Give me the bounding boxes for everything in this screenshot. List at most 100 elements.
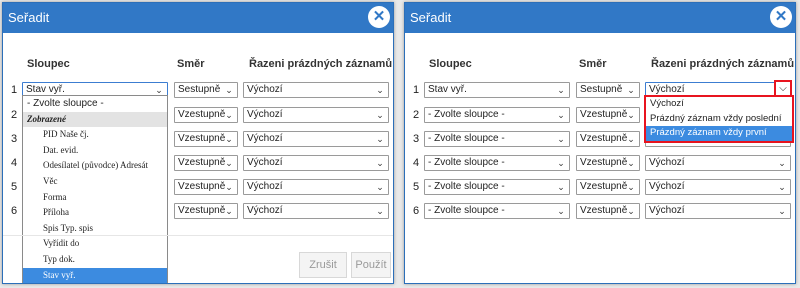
column-dropdown-list: - Zvolte sloupce - Zobrazené PID Naše čj… [22, 95, 168, 284]
empty-records-select-value: Výchozí [649, 181, 685, 192]
column-select-value: - Zvolte sloupce - [428, 205, 505, 216]
empty-records-select[interactable]: Výchozí ⌄ [243, 82, 389, 98]
chevron-down-icon: ⌄ [778, 158, 786, 168]
empty-records-select[interactable]: Výchozí ⌄ [243, 179, 389, 195]
chevron-down-icon: ⌄ [557, 182, 565, 192]
row-number: 4 [412, 157, 420, 169]
empty-records-select-value: Výchozí [247, 181, 283, 192]
column-select-value: - Zvolte sloupce - [428, 181, 505, 192]
column-option[interactable]: Dat. evid. [23, 143, 167, 159]
chevron-down-icon: ⌄ [557, 206, 565, 216]
empty-records-option[interactable]: Prázdný záznam vždy první [646, 126, 792, 141]
column-select[interactable]: - Zvolte sloupce - ⌄ [424, 179, 570, 195]
empty-records-select-value: Výchozí [649, 157, 685, 168]
direction-header: Směr [177, 58, 205, 70]
direction-header: Směr [579, 58, 607, 70]
column-option-placeholder[interactable]: - Zvolte sloupce - [23, 96, 167, 112]
empty-records-header: Řazeni prázdných záznamů [249, 58, 393, 70]
column-option[interactable]: Věc [23, 174, 167, 190]
chevron-down-icon: ⌄ [627, 85, 635, 95]
column-header: Sloupec [429, 58, 472, 70]
column-option[interactable]: Typ dok. [23, 252, 167, 268]
direction-select[interactable]: Sestupně ⌄ [576, 82, 640, 98]
empty-records-select-value: Výchozí [247, 157, 283, 168]
direction-select[interactable]: Vzestupně ⌄ [576, 107, 640, 123]
empty-records-select-value: Výchozí [649, 205, 685, 216]
row-number: 3 [412, 133, 420, 145]
chevron-down-icon: ⌄ [225, 85, 233, 95]
chevron-down-icon: ⌄ [557, 110, 565, 120]
row-number: 4 [10, 157, 18, 169]
empty-records-select[interactable]: Výchozí ⌄ [645, 155, 791, 171]
chevron-down-icon: ⌄ [557, 85, 565, 95]
direction-select[interactable]: Vzestupně ⌄ [576, 203, 640, 219]
direction-select[interactable]: Vzestupně ⌄ [174, 179, 238, 195]
direction-select[interactable]: Vzestupně ⌄ [174, 155, 238, 171]
direction-select[interactable]: Vzestupně ⌄ [174, 107, 238, 123]
direction-select[interactable]: Vzestupně ⌄ [174, 203, 238, 219]
direction-select[interactable]: Vzestupně ⌄ [576, 179, 640, 195]
column-select[interactable]: - Zvolte sloupce - ⌄ [424, 107, 570, 123]
chevron-down-icon: ⌄ [225, 158, 233, 168]
chevron-down-icon: ⌄ [376, 182, 384, 192]
empty-records-select[interactable]: Výchozí ⌄ [645, 179, 791, 195]
empty-records-dropdown-list: Výchozí Prázdný záznam vždy poslední Prázd… [644, 95, 794, 143]
row-number: 5 [412, 181, 420, 193]
sort-dialog-right: Seřadit ✕ Sloupec Směr Řazeni prázdných … [404, 2, 796, 284]
column-header: Sloupec [27, 58, 70, 70]
empty-records-select[interactable]: Výchozí ⌄ [645, 203, 791, 219]
empty-records-select[interactable]: Výchozí ⌄ [243, 107, 389, 123]
chevron-down-icon: ⌄ [376, 158, 384, 168]
chevron-down-icon: ⌄ [778, 206, 786, 216]
direction-select[interactable]: Sestupně ⌄ [174, 82, 238, 98]
chevron-down-icon: ⌄ [225, 110, 233, 120]
footer-divider [3, 235, 393, 236]
empty-records-select[interactable]: Výchozí ⌄ [243, 131, 389, 147]
column-option[interactable]: Stav dok. [23, 283, 167, 284]
column-option[interactable]: Stav vyř. [23, 267, 167, 283]
direction-select[interactable]: Vzestupně ⌄ [576, 131, 640, 147]
direction-select[interactable]: Vzestupně ⌄ [174, 131, 238, 147]
title-bar: Seřadit ✕ [3, 3, 393, 33]
chevron-down-icon: ⌄ [376, 206, 384, 216]
column-select-value: - Zvolte sloupce - [428, 133, 505, 144]
column-group-label: Zobrazené [23, 111, 167, 128]
row-number: 6 [412, 205, 420, 217]
direction-select[interactable]: Vzestupně ⌄ [576, 155, 640, 171]
column-select[interactable]: Stav vyř. ⌄ [424, 82, 570, 98]
empty-records-select-value: Výchozí [247, 133, 283, 144]
column-option[interactable]: Spis Typ. spis [23, 221, 167, 237]
row-number: 5 [10, 181, 18, 193]
column-select[interactable]: - Zvolte sloupce - ⌄ [424, 203, 570, 219]
row-number: 2 [412, 109, 420, 121]
chevron-down-icon: ⌄ [627, 182, 635, 192]
empty-records-select[interactable]: Výchozí ⌄ [243, 203, 389, 219]
cancel-button[interactable]: Zrušit [299, 252, 347, 278]
close-icon[interactable]: ✕ [368, 6, 390, 28]
chevron-down-icon: ⌄ [627, 110, 635, 120]
column-option[interactable]: PID Naše čj. [23, 127, 167, 143]
empty-records-option[interactable]: Výchozí [646, 97, 792, 112]
chevron-down-icon: ⌄ [557, 134, 565, 144]
column-option[interactable]: Příloha [23, 205, 167, 221]
apply-button[interactable]: Použít [351, 252, 391, 278]
close-icon[interactable]: ✕ [770, 6, 792, 28]
chevron-down-icon: ⌄ [225, 134, 233, 144]
row-number: 3 [10, 133, 18, 145]
row-number: 2 [10, 109, 18, 121]
sort-dialog-left: Seřadit ✕ Sloupec Směr Řazeni prázdných … [2, 2, 394, 284]
chevron-down-icon: ⌄ [376, 134, 384, 144]
empty-records-select[interactable]: Výchozí ⌄ [243, 155, 389, 171]
column-select-value: - Zvolte sloupce - [428, 109, 505, 120]
empty-records-select-value: Výchozí [247, 205, 283, 216]
empty-records-select-value: Výchozí [247, 109, 283, 120]
chevron-down-icon: ⌄ [627, 134, 635, 144]
column-option[interactable]: Vyřídit do [23, 236, 167, 252]
empty-records-option[interactable]: Prázdný záznam vždy poslední [646, 112, 792, 127]
column-option[interactable]: Odesílatel (původce) Adresát [23, 158, 167, 174]
column-option[interactable]: Forma [23, 190, 167, 206]
column-select[interactable]: - Zvolte sloupce - ⌄ [424, 131, 570, 147]
chevron-down-icon: ⌄ [376, 110, 384, 120]
chevron-down-icon: ⌄ [225, 206, 233, 216]
column-select[interactable]: - Zvolte sloupce - ⌄ [424, 155, 570, 171]
